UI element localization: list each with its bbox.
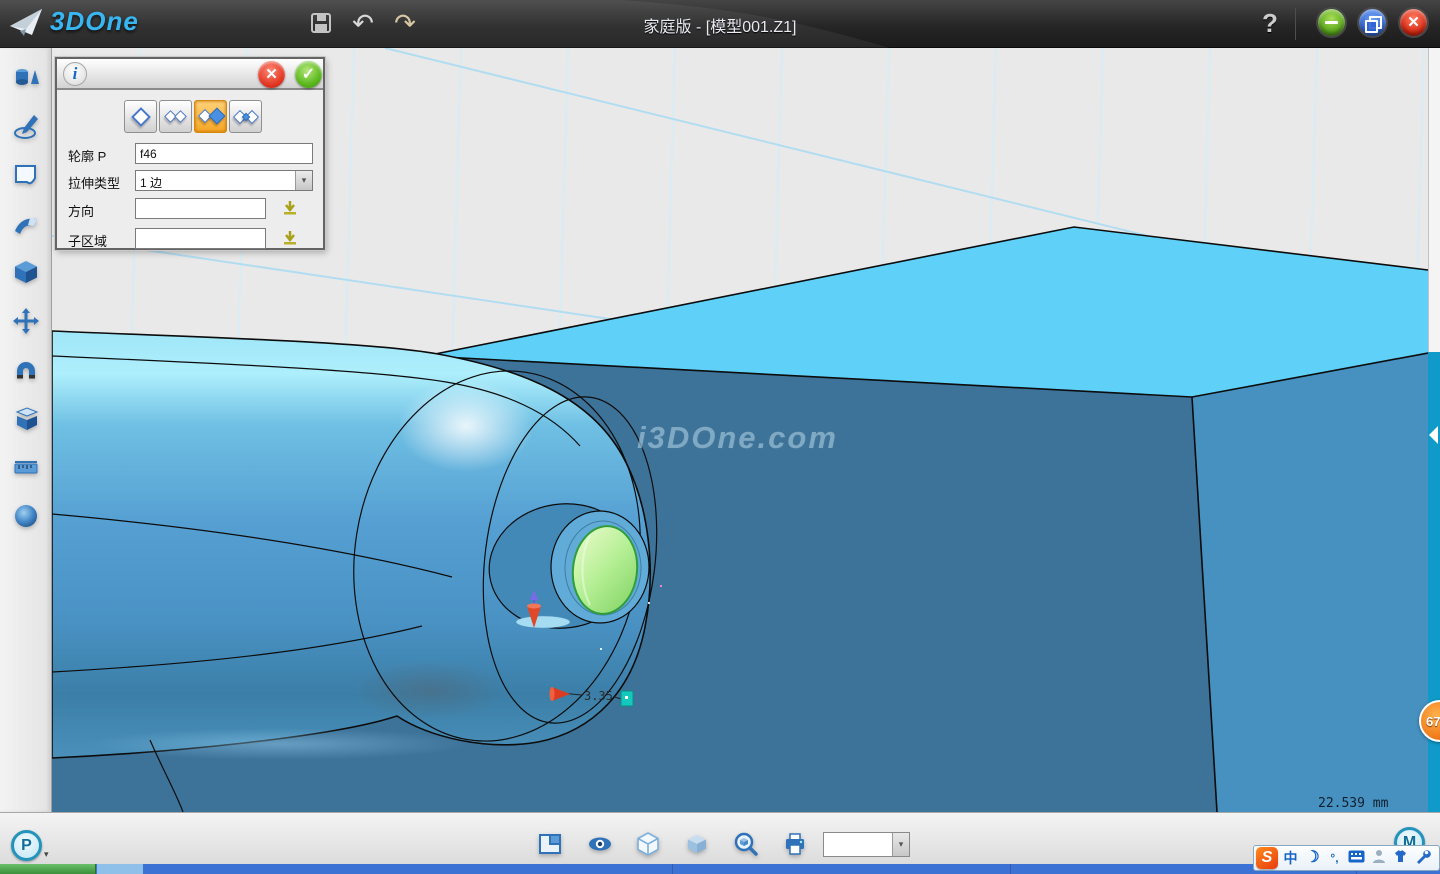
wireframe-view-button[interactable] bbox=[635, 831, 661, 857]
strip-green-segment bbox=[0, 864, 96, 874]
direction-input[interactable] bbox=[135, 198, 266, 219]
dialog-header[interactable]: i ✕ ✓ bbox=[57, 59, 323, 90]
extrude-mode-3-button[interactable] bbox=[194, 100, 227, 133]
box-right-face[interactable] bbox=[1192, 353, 1428, 812]
strip-light-segment bbox=[97, 864, 143, 874]
measurement-readout: 22.539 mm bbox=[1318, 796, 1389, 811]
restore-button[interactable] bbox=[1359, 9, 1386, 36]
sidebar-item-move[interactable] bbox=[12, 307, 40, 335]
ime-keyboard-icon[interactable] bbox=[1347, 848, 1366, 868]
zoom-view-button[interactable] bbox=[733, 831, 759, 857]
extrude-mode-row bbox=[124, 100, 262, 133]
watermark: i3DOne.com bbox=[637, 420, 838, 455]
profile-input[interactable]: f46 bbox=[135, 143, 313, 164]
ime-language-button[interactable]: 中 bbox=[1281, 848, 1300, 868]
offset-cone-base bbox=[527, 604, 541, 609]
title-bar: 3DOne ↶ ↷ 家庭版 - [模型001.Z1] ? ✕ bbox=[0, 0, 1440, 48]
visibility-eye-button[interactable] bbox=[587, 831, 613, 857]
sidebar-item-sweep[interactable] bbox=[12, 210, 40, 238]
sidebar-item-combine[interactable] bbox=[12, 405, 40, 433]
sidebar-item-magnet[interactable] bbox=[12, 356, 40, 384]
extrude-mode-1-button[interactable] bbox=[124, 100, 157, 133]
vertex-dot bbox=[648, 602, 650, 604]
sidebar-item-measure[interactable] bbox=[12, 453, 40, 481]
subregion-pick-icon[interactable] bbox=[281, 229, 299, 247]
gutter-scroll-strip[interactable] bbox=[1428, 352, 1440, 812]
extrude-dialog: i ✕ ✓ 轮廓 P f46 拉伸类型 1 边 ▾ 方向 子区域 bbox=[55, 57, 325, 250]
profile-label: 轮廓 P bbox=[68, 146, 106, 165]
right-panel-gutter bbox=[1428, 48, 1440, 812]
ime-moon-icon[interactable]: ☽ bbox=[1303, 848, 1322, 868]
strip-separator bbox=[672, 864, 673, 874]
dialog-confirm-button[interactable]: ✓ bbox=[295, 61, 322, 88]
vertex-dot bbox=[600, 648, 602, 650]
chevron-down-icon[interactable]: ▾ bbox=[295, 171, 312, 190]
vertex-dot bbox=[660, 585, 662, 587]
anchor-dot bbox=[625, 696, 628, 699]
handle-ledge bbox=[516, 616, 570, 628]
bar-shadow bbox=[352, 660, 508, 720]
diamond-icon bbox=[174, 110, 187, 123]
extrude-mode-2-button[interactable] bbox=[159, 100, 192, 133]
extrude-type-value: 1 边 bbox=[140, 174, 162, 191]
help-button[interactable]: ? bbox=[1256, 8, 1284, 38]
dialog-cancel-button[interactable]: ✕ bbox=[258, 61, 285, 88]
ime-toolbar: S 中 ☽ °, bbox=[1253, 845, 1440, 871]
direction-pick-icon[interactable] bbox=[281, 199, 299, 217]
subregion-label: 子区域 bbox=[68, 231, 107, 250]
sidebar-item-sphere[interactable] bbox=[12, 502, 40, 530]
subregion-input[interactable] bbox=[135, 228, 266, 249]
extrude-cone-base bbox=[550, 687, 555, 701]
close-button[interactable]: ✕ bbox=[1400, 9, 1427, 36]
ime-punctuation-button[interactable]: °, bbox=[1325, 848, 1344, 868]
bar-reflection bbox=[90, 728, 470, 760]
panel-collapse-arrow-icon[interactable] bbox=[1429, 426, 1438, 444]
view-scale-dropdown[interactable]: ▾ bbox=[823, 832, 910, 857]
strip-separator bbox=[1010, 864, 1011, 874]
minimize-button[interactable] bbox=[1318, 9, 1345, 36]
bottom-edge-strip bbox=[0, 864, 1440, 874]
chevron-down-icon[interactable]: ▾ bbox=[892, 833, 909, 856]
ime-user-icon[interactable] bbox=[1369, 848, 1388, 868]
sidebar-item-solid-box[interactable] bbox=[12, 258, 40, 286]
dimension-value: 3.35 bbox=[584, 689, 613, 703]
community-badge-count: 67 bbox=[1426, 714, 1440, 729]
view-toolbar: P ▾ ▾ M bbox=[0, 812, 1440, 864]
info-icon: i bbox=[63, 62, 87, 86]
gutter-top bbox=[1428, 48, 1440, 352]
properties-badge[interactable]: P bbox=[11, 830, 42, 861]
titlebar-separator bbox=[1295, 8, 1296, 40]
tool-sidebar bbox=[0, 48, 52, 812]
extrude-type-label: 拉伸类型 bbox=[68, 173, 120, 192]
app-window: { "titlebar": { "brand": "3DOne", "title… bbox=[0, 0, 1440, 874]
extrude-mode-4-button[interactable] bbox=[229, 100, 262, 133]
viewport-layout-button[interactable] bbox=[537, 831, 563, 857]
print-button[interactable] bbox=[782, 831, 808, 857]
ime-settings-wrench-icon[interactable] bbox=[1413, 848, 1432, 868]
sidebar-item-sketch-plane[interactable] bbox=[12, 161, 40, 189]
ime-skin-icon[interactable] bbox=[1391, 848, 1410, 868]
diamond-icon bbox=[209, 108, 226, 125]
direction-label: 方向 bbox=[68, 201, 94, 220]
shaded-view-button[interactable] bbox=[684, 831, 710, 857]
p-badge-caret-icon[interactable]: ▾ bbox=[44, 849, 49, 860]
sidebar-item-primitives[interactable] bbox=[12, 64, 40, 92]
extrude-type-select[interactable]: 1 边 ▾ bbox=[135, 170, 313, 191]
diamond-icon bbox=[131, 107, 151, 127]
window-title: 家庭版 - [模型001.Z1] bbox=[0, 13, 1440, 37]
bar-highlight bbox=[398, 380, 534, 472]
sidebar-item-sketch[interactable] bbox=[12, 113, 40, 141]
sogou-logo-icon[interactable]: S bbox=[1256, 847, 1278, 869]
